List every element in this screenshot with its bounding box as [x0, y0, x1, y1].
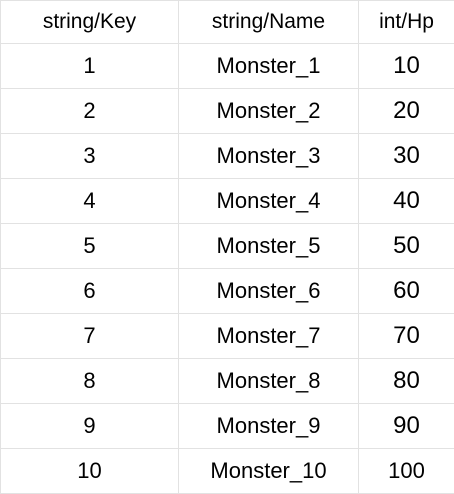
cell-name[interactable]: Monster_8 [179, 359, 359, 404]
table-row: 7 Monster_7 70 [1, 314, 454, 359]
cell-hp[interactable]: 60 [359, 269, 454, 314]
cell-hp[interactable]: 70 [359, 314, 454, 359]
table-row: 8 Monster_8 80 [1, 359, 454, 404]
cell-key[interactable]: 7 [1, 314, 179, 359]
cell-key[interactable]: 1 [1, 44, 179, 89]
header-cell-hp[interactable]: int/Hp [359, 1, 454, 44]
cell-hp[interactable]: 50 [359, 224, 454, 269]
cell-name[interactable]: Monster_3 [179, 134, 359, 179]
cell-name[interactable]: Monster_10 [179, 449, 359, 494]
table-row: 1 Monster_1 10 [1, 44, 454, 89]
table-row: 2 Monster_2 20 [1, 89, 454, 134]
cell-key[interactable]: 3 [1, 134, 179, 179]
cell-key[interactable]: 6 [1, 269, 179, 314]
cell-key[interactable]: 9 [1, 404, 179, 449]
cell-name[interactable]: Monster_2 [179, 89, 359, 134]
cell-hp[interactable]: 10 [359, 44, 454, 89]
table-row: 3 Monster_3 30 [1, 134, 454, 179]
monster-table: string/Key string/Name int/Hp 1 Monster_… [0, 0, 454, 494]
cell-hp[interactable]: 100 [359, 449, 454, 494]
table-row: 6 Monster_6 60 [1, 269, 454, 314]
cell-hp[interactable]: 30 [359, 134, 454, 179]
table-row: 5 Monster_5 50 [1, 224, 454, 269]
header-row: string/Key string/Name int/Hp [1, 1, 454, 44]
header-cell-key[interactable]: string/Key [1, 1, 179, 44]
table-row: 4 Monster_4 40 [1, 179, 454, 224]
cell-name[interactable]: Monster_4 [179, 179, 359, 224]
cell-key[interactable]: 8 [1, 359, 179, 404]
cell-hp[interactable]: 90 [359, 404, 454, 449]
cell-name[interactable]: Monster_1 [179, 44, 359, 89]
cell-name[interactable]: Monster_5 [179, 224, 359, 269]
cell-name[interactable]: Monster_9 [179, 404, 359, 449]
table-row: 10 Monster_10 100 [1, 449, 454, 494]
cell-name[interactable]: Monster_6 [179, 269, 359, 314]
cell-name[interactable]: Monster_7 [179, 314, 359, 359]
cell-hp[interactable]: 40 [359, 179, 454, 224]
cell-key[interactable]: 2 [1, 89, 179, 134]
cell-hp[interactable]: 20 [359, 89, 454, 134]
cell-key[interactable]: 4 [1, 179, 179, 224]
table-row: 9 Monster_9 90 [1, 404, 454, 449]
cell-key[interactable]: 5 [1, 224, 179, 269]
cell-hp[interactable]: 80 [359, 359, 454, 404]
header-cell-name[interactable]: string/Name [179, 1, 359, 44]
cell-key[interactable]: 10 [1, 449, 179, 494]
